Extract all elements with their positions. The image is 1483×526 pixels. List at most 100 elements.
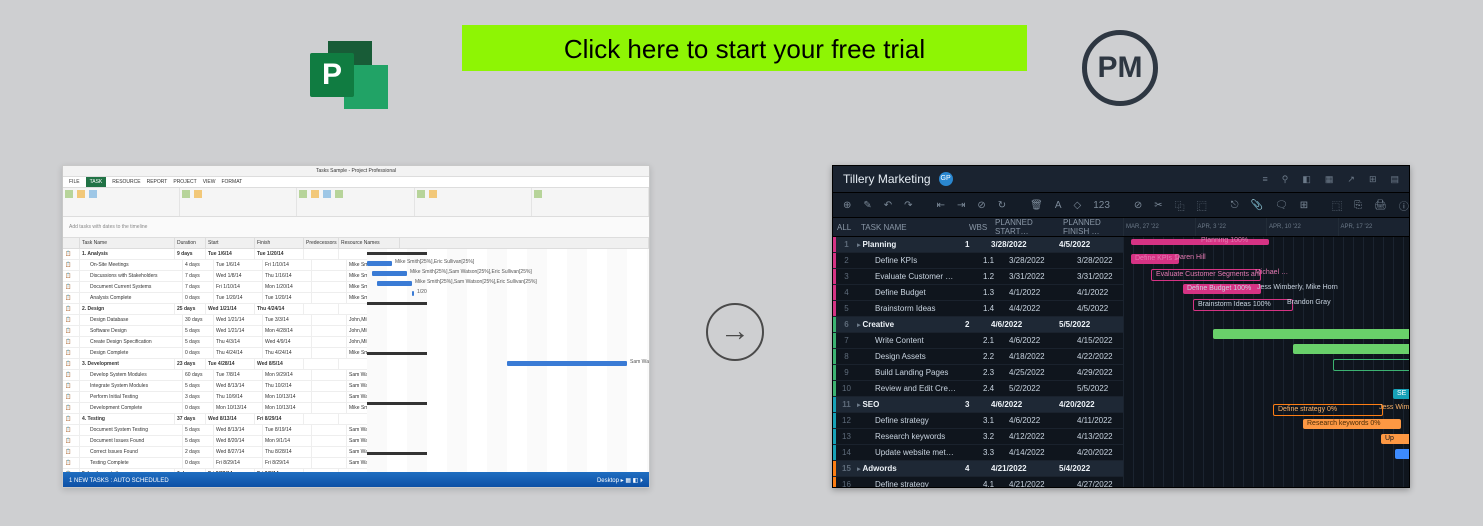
pm-gantt-bar[interactable]: Define strategy 0% <box>1273 404 1383 416</box>
pm-task-row[interactable]: 8Design Assets2.24/18/20224/22/2022 <box>833 349 1123 365</box>
pm-toolbar-icon[interactable]: 🗑 <box>1030 200 1043 211</box>
free-trial-cta-button[interactable]: Click here to start your free trial <box>462 25 1027 71</box>
pm-toolbar-icon[interactable]: ⎋ <box>1231 200 1239 211</box>
pm-gantt-bar[interactable]: Define Budget 100% <box>1183 284 1261 294</box>
msp-tab-task[interactable]: TASK <box>86 177 107 187</box>
msp-tab-report[interactable]: REPORT <box>147 177 168 187</box>
pm-task-row[interactable]: 13Research keywords3.24/12/20224/13/2022 <box>833 429 1123 445</box>
msp-task-row[interactable]: 📋2. Design25 daysWed 1/21/14Thu 4/24/14 <box>63 304 367 315</box>
pm-toolbar-icon[interactable]: ↷ <box>904 200 912 211</box>
pm-toolbar-icon[interactable]: A <box>1055 200 1062 211</box>
pm-topbar-icon[interactable]: ⚲ <box>1282 174 1289 185</box>
pm-gantt-summary-bar[interactable] <box>1131 239 1269 245</box>
pm-task-row[interactable]: 11SEO34/6/20224/20/2022 <box>833 397 1123 413</box>
pm-topbar-icon[interactable]: ⊞ <box>1369 174 1377 185</box>
pm-topbar-icon[interactable]: ↗ <box>1347 174 1355 185</box>
pm-gantt-bar[interactable] <box>1213 329 1409 339</box>
pm-toolbar-icon[interactable]: ⎘ <box>1354 200 1362 211</box>
pm-task-row[interactable]: 2Define KPIs1.13/28/20223/28/2022 <box>833 253 1123 269</box>
pm-toolbar-icon[interactable]: 📎 <box>1251 200 1263 211</box>
pm-task-row[interactable]: 12Define strategy3.14/6/20224/11/2022 <box>833 413 1123 429</box>
msp-ribbon[interactable] <box>63 188 649 217</box>
msp-column-headers[interactable]: Task Name Duration Start Finish Predeces… <box>63 238 649 249</box>
pm-topbar[interactable]: Tillery Marketing GP ≡⚲◧▦↗⊞▤ <box>833 166 1409 193</box>
pm-task-row[interactable]: 6Creative24/6/20225/5/2022 <box>833 317 1123 333</box>
pm-gantt-bar[interactable]: Evaluate Customer Segments and Needs 100… <box>1151 269 1261 281</box>
msp-tab-view[interactable]: VIEW <box>203 177 216 187</box>
pm-topbar-icon[interactable]: ▤ <box>1390 174 1399 185</box>
pm-toolbar-icon[interactable]: ⇥ <box>957 200 965 211</box>
pm-toolbar-icon[interactable]: ⊘ <box>977 200 985 211</box>
pm-task-row[interactable]: 9Build Landing Pages2.34/25/20224/29/202… <box>833 365 1123 381</box>
pm-topbar-icon[interactable]: ▦ <box>1325 174 1334 185</box>
pm-task-row[interactable]: 10Review and Edit Cre…2.45/2/20225/5/202… <box>833 381 1123 397</box>
pm-toolbar-icon[interactable]: ⊘ <box>1134 200 1142 211</box>
msp-gantt-bar[interactable] <box>412 291 414 296</box>
pm-toolbar-icon[interactable]: ⇤ <box>937 200 945 211</box>
msp-tab-resource[interactable]: RESOURCE <box>112 177 140 187</box>
msp-task-row[interactable]: 📋Perform Initial Testing3 daysThu 10/9/1… <box>63 392 367 403</box>
pm-column-headers[interactable]: ALL TASK NAME WBS PLANNED START… PLANNED… <box>833 218 1409 237</box>
pm-topbar-icon[interactable]: ◧ <box>1302 174 1311 185</box>
msp-task-row[interactable]: 📋Document Issues Found5 daysWed 8/20/14M… <box>63 436 367 447</box>
msp-task-row[interactable]: 📋Software Design5 daysWed 1/21/14Mon 4/2… <box>63 326 367 337</box>
pm-gantt-bar[interactable] <box>1395 449 1409 459</box>
msp-gantt-bar[interactable] <box>367 261 392 266</box>
pm-task-row[interactable]: 4Define Budget1.34/1/20224/1/2022 <box>833 285 1123 301</box>
msp-task-row[interactable]: 📋3. Development23 daysTue 4/28/14Wed 8/5… <box>63 359 367 370</box>
pm-gantt-area[interactable]: Planning 100%Define KPIs 100%Daren HillE… <box>1123 237 1409 488</box>
pm-toolbar-icon[interactable]: ✂ <box>1154 200 1162 211</box>
pm-toolbar-icon[interactable]: ◇ <box>1074 200 1082 211</box>
pm-toolbar-icon[interactable]: ✎ <box>863 200 871 211</box>
pm-gantt-bar[interactable]: Research keywords 0% <box>1303 419 1401 429</box>
msp-task-row[interactable]: 📋5. Implementation6 daysFri 8/29/14Fri 9… <box>63 469 367 472</box>
msp-ribbon-tabs[interactable]: FILETASKRESOURCEREPORTPROJECTVIEWFORMAT <box>63 177 649 188</box>
msp-gantt-bar[interactable] <box>507 361 627 366</box>
msp-windows-taskbar[interactable]: 1 NEW TASKS : AUTO SCHEDULED Desktop ▸ ▦… <box>63 472 649 488</box>
msp-task-row[interactable]: 📋Integrate System Modules5 daysWed 8/13/… <box>63 381 367 392</box>
pm-toolbar-icon[interactable]: ⿹ <box>1332 198 1342 213</box>
msp-task-row[interactable]: 📋Testing Complete0 daysFri 8/29/14Fri 8/… <box>63 458 367 469</box>
pm-gantt-bar[interactable]: Up <box>1381 434 1409 444</box>
msp-task-row[interactable]: 📋1. Analysis9 daysTue 1/6/14Tue 1/20/14 <box>63 249 367 260</box>
pm-toolbar-icon[interactable]: 🗨 <box>1275 200 1288 211</box>
msp-tab-file[interactable]: FILE <box>69 177 80 187</box>
msp-task-row[interactable]: 📋Analysis Complete0 daysTue 1/20/14Tue 1… <box>63 293 367 304</box>
pm-toolbar-icon[interactable]: 🖨 <box>1374 200 1387 211</box>
pm-toolbar-icon[interactable]: ⊕ <box>843 200 851 211</box>
msp-tab-format[interactable]: FORMAT <box>221 177 242 187</box>
msp-task-row[interactable]: 📋Design Complete0 daysThu 4/24/14Thu 4/2… <box>63 348 367 359</box>
pm-task-row[interactable]: 16Define strategy4.14/21/20224/27/2022 <box>833 477 1123 488</box>
msp-task-row[interactable]: 📋Document Current Systems7 daysFri 1/10/… <box>63 282 367 293</box>
msp-task-row[interactable]: 📋Development Complete0 daysMon 10/13/14M… <box>63 403 367 414</box>
msp-gantt-bar[interactable] <box>372 271 407 276</box>
pm-task-row[interactable]: 1Planning13/28/20224/5/2022 <box>833 237 1123 253</box>
msp-task-row[interactable]: 📋Document System Testing5 daysWed 8/13/1… <box>63 425 367 436</box>
msp-task-row[interactable]: 📋4. Testing37 daysWed 8/13/14Fri 8/29/14 <box>63 414 367 425</box>
pm-toolbar-icon[interactable]: ⓘ <box>1399 198 1409 213</box>
msp-task-row[interactable]: 📋Create Design Specification5 daysThu 4/… <box>63 337 367 348</box>
pm-topbar-icon[interactable]: ≡ <box>1263 174 1268 185</box>
pm-task-grid[interactable]: 1Planning13/28/20224/5/20222Define KPIs1… <box>833 237 1123 488</box>
msp-gantt-area[interactable]: Mike Smith[25%],Eric Sullivan[25%]Mike S… <box>367 249 649 472</box>
msp-gantt-bar[interactable] <box>377 281 412 286</box>
pm-toolbar-icon[interactable]: 123 <box>1093 200 1110 211</box>
pm-toolbar-icon[interactable]: ⿻ <box>1175 198 1185 213</box>
msp-task-row[interactable]: 📋On-Site Meetings4 daysTue 1/6/14Fri 1/1… <box>63 260 367 271</box>
msp-task-grid[interactable]: 📋1. Analysis9 daysTue 1/6/14Tue 1/20/14📋… <box>63 249 367 472</box>
pm-toolbar[interactable]: ⊕✎↶↷⇤⇥⊘↻🗑A◇123⊘✂⿻⿸⎋📎🗨⊞⿹⎘🖨ⓘ⋯ <box>833 193 1409 218</box>
pm-task-row[interactable]: 14Update website met…3.34/14/20224/20/20… <box>833 445 1123 461</box>
pm-gantt-bar[interactable]: SE <box>1393 389 1409 399</box>
pm-user-chip[interactable]: GP <box>939 172 953 186</box>
pm-task-row[interactable]: 3Evaluate Customer …1.23/31/20223/31/202… <box>833 269 1123 285</box>
msp-task-row[interactable]: 📋Design Database30 daysWed 1/21/14Tue 3/… <box>63 315 367 326</box>
pm-toolbar-icon[interactable]: ⊞ <box>1300 200 1308 211</box>
pm-task-row[interactable]: 15Adwords44/21/20225/4/2022 <box>833 461 1123 477</box>
msp-task-row[interactable]: 📋Develop System Modules60 daysTue 7/8/14… <box>63 370 367 381</box>
pm-toolbar-icon[interactable]: ⿸ <box>1197 198 1207 213</box>
msp-timeline-strip[interactable]: Add tasks with dates to the timeline <box>63 217 649 238</box>
pm-task-row[interactable]: 7Write Content2.14/6/20224/15/2022 <box>833 333 1123 349</box>
pm-gantt-bar[interactable] <box>1293 344 1409 354</box>
pm-gantt-bar[interactable]: Brainstorm Ideas 100% <box>1193 299 1293 311</box>
msp-task-row[interactable]: 📋Correct Issues Found2 daysWed 8/27/14Th… <box>63 447 367 458</box>
